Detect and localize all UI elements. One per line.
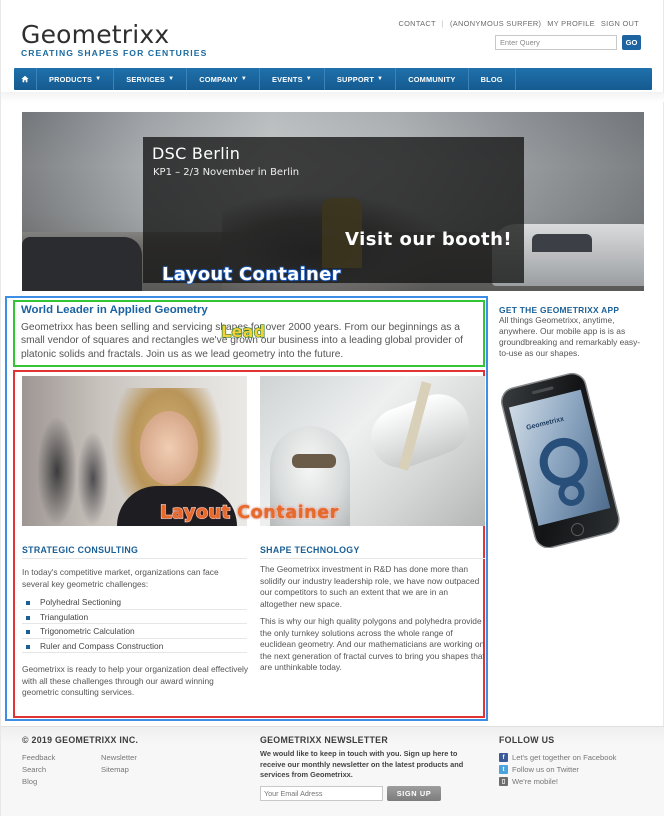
home-icon [21, 75, 29, 83]
bullet-icon [26, 615, 30, 620]
footer-link-blog[interactable]: Blog [22, 777, 37, 786]
hero-cta[interactable]: Visit our booth! [345, 229, 512, 250]
footer-link-feedback[interactable]: Feedback [22, 753, 55, 762]
list-item-label: Triangulation [40, 611, 89, 622]
caret-down-icon: ▼ [168, 76, 175, 82]
search-bar: GO [495, 35, 641, 50]
newsletter-email-input[interactable] [260, 786, 383, 801]
nav-shadow [1, 92, 664, 102]
follow-twitter[interactable]: t Follow us on Twitter [499, 765, 579, 774]
nav-label: COMMUNITY [408, 74, 456, 84]
search-input[interactable] [495, 35, 617, 50]
footer-link-newsletter[interactable]: Newsletter [101, 753, 137, 762]
image-goggles [292, 454, 336, 468]
search-go-button[interactable]: GO [622, 35, 641, 50]
strategic-intro: In today's competitive market, organizat… [22, 567, 219, 589]
newsletter-heading: GEOMETRIXX NEWSLETTER [260, 735, 388, 745]
strategic-consulting-heading: STRATEGIC CONSULTING [22, 545, 247, 559]
shape-paragraph-1: The Geometrixx investment in R&D has don… [260, 564, 480, 609]
caret-down-icon: ▼ [377, 76, 384, 82]
nav-home-button[interactable] [14, 68, 37, 90]
image-face [140, 411, 198, 485]
my-profile-link[interactable]: MY PROFILE [547, 19, 595, 28]
list-item-label: Ruler and Compass Construction [40, 640, 164, 651]
top-links: CONTACT | (ANONYMOUS SURFER) MY PROFILE … [399, 19, 640, 28]
hero-title: DSC Berlin [152, 144, 241, 163]
sign-out-link[interactable]: SIGN OUT [601, 19, 639, 28]
logo-title: Geometrixx [21, 20, 170, 49]
follow-facebook[interactable]: f Let's get together on Facebook [499, 753, 616, 762]
nav-item-community[interactable]: COMMUNITY [396, 68, 469, 90]
lead-title: World Leader in Applied Geometry [21, 304, 208, 316]
nav-item-events[interactable]: EVENTS ▼ [260, 68, 325, 90]
follow-label: Let's get together on Facebook [512, 753, 617, 762]
hero-car-left [22, 237, 142, 291]
bullet-icon [26, 644, 30, 649]
list-item: Triangulation [22, 610, 247, 625]
layout-container-label-outer: Layout Container [161, 263, 341, 286]
nav-item-support[interactable]: SUPPORT ▼ [325, 68, 397, 90]
nav-label: COMPANY [199, 74, 238, 84]
footer-copyright: © 2019 GEOMETRIXX INC. [22, 735, 139, 745]
layout-container-label-inner: Layout Container [159, 501, 339, 523]
page: Geometrixx CREATING SHAPES FOR CENTURIES… [0, 0, 664, 816]
list-item: Trigonometric Calculation [22, 624, 247, 639]
nav-item-company[interactable]: COMPANY ▼ [187, 68, 260, 90]
nav-label: SERVICES [126, 74, 166, 84]
follow-label: We're mobile! [512, 777, 559, 786]
hero-banner[interactable]: DSC Berlin KP1 – 2/3 November in Berlin … [22, 112, 644, 291]
list-item-label: Trigonometric Calculation [40, 626, 135, 637]
twitter-icon: t [499, 765, 508, 774]
mobile-icon: ▯ [499, 777, 508, 786]
caret-down-icon: ▼ [240, 76, 247, 82]
follow-heading: FOLLOW US [499, 735, 555, 745]
shape-technology-heading: SHAPE TECHNOLOGY [260, 545, 485, 559]
nav-label: PRODUCTS [49, 74, 93, 84]
nav-label: BLOG [480, 74, 503, 84]
caret-down-icon: ▼ [95, 76, 102, 82]
phone-image[interactable]: Geometrixx [501, 368, 641, 548]
image-blur [37, 416, 77, 526]
hero-subtitle: KP1 – 2/3 November in Berlin [153, 167, 300, 178]
follow-mobile[interactable]: ▯ We're mobile! [499, 777, 558, 786]
newsletter-text: We would like to keep in touch with you.… [260, 749, 464, 780]
lead-label: Lead [220, 321, 266, 341]
strategic-list: Polyhedral Sectioning Triangulation Trig… [22, 595, 247, 654]
image-blur [77, 431, 109, 526]
logo-tagline: CREATING SHAPES FOR CENTURIES [21, 48, 208, 58]
list-item: Polyhedral Sectioning [22, 595, 247, 610]
separator: | [441, 19, 445, 28]
contact-link[interactable]: CONTACT [399, 19, 436, 28]
logo[interactable]: Geometrixx CREATING SHAPES FOR CENTURIES [21, 20, 208, 59]
bullet-icon [26, 630, 30, 635]
list-item: Ruler and Compass Construction [22, 639, 247, 654]
nav-item-products[interactable]: PRODUCTS ▼ [37, 68, 115, 90]
app-heading[interactable]: GET THE GEOMETRIXX APP [499, 305, 619, 315]
shape-paragraph-2: This is why our high quality polygons an… [260, 616, 485, 673]
newsletter-signup-button[interactable]: SIGN UP [387, 786, 441, 801]
bullet-icon [26, 601, 30, 605]
anonymous-surfer-link[interactable]: (ANONYMOUS SURFER) [450, 19, 541, 28]
strategic-outro: Geometrixx is ready to help your organiz… [22, 664, 249, 698]
caret-down-icon: ▼ [305, 76, 312, 82]
app-text: All things Geometrixx, anytime, anywhere… [499, 315, 641, 358]
nav-label: EVENTS [271, 74, 303, 84]
footer-link-search[interactable]: Search [22, 765, 46, 774]
nav-item-blog[interactable]: BLOG [469, 68, 516, 90]
facebook-icon: f [499, 753, 508, 762]
nav-label: SUPPORT [336, 74, 375, 84]
list-item-label: Polyhedral Sectioning [40, 597, 122, 607]
nav-item-services[interactable]: SERVICES ▼ [114, 68, 188, 90]
main-nav: PRODUCTS ▼ SERVICES ▼ COMPANY ▼ EVENTS ▼ SUP… [14, 68, 652, 90]
car-window [532, 234, 592, 252]
footer-link-sitemap[interactable]: Sitemap [101, 765, 129, 774]
follow-label: Follow us on Twitter [512, 765, 579, 774]
